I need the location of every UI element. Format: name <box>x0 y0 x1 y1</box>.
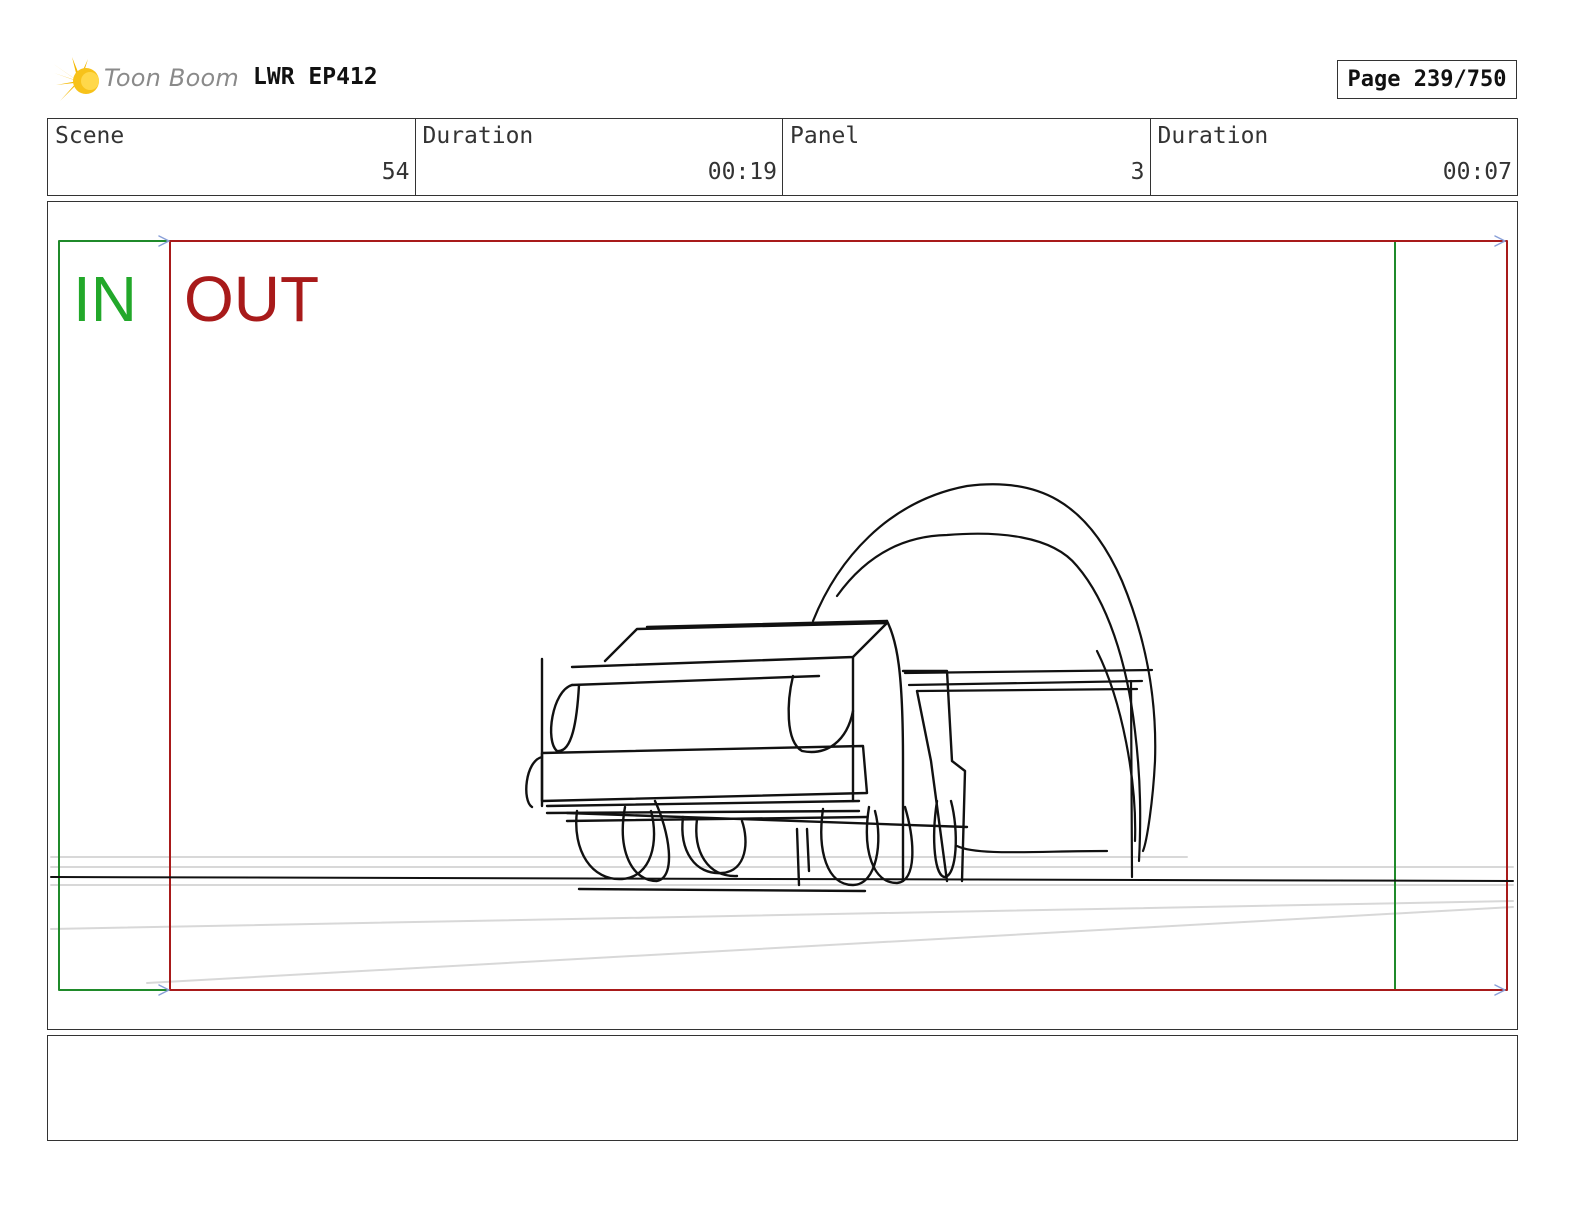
panel-label: Panel <box>790 123 860 149</box>
scene-duration-value: 00:19 <box>707 159 777 185</box>
horizon-line <box>50 876 1514 882</box>
logo-wordmark: Toon Boom <box>104 64 239 92</box>
perspective-guides <box>50 856 1514 984</box>
scene-duration-label: Duration <box>422 123 534 149</box>
scene-cell: Scene 54 <box>48 119 416 195</box>
in-label: IN <box>73 263 137 335</box>
project-title: LWR EP412 <box>253 64 378 90</box>
scene-duration-cell: Duration 00:19 <box>416 119 783 195</box>
scene-value: 54 <box>381 159 410 185</box>
panel-notes <box>47 1035 1518 1141</box>
scene-info-row: Scene 54 Duration 00:19 Panel 3 Duration… <box>47 118 1518 196</box>
page-counter: Page 239/750 <box>1337 60 1517 99</box>
panel-value: 3 <box>1130 159 1145 185</box>
panel-duration-cell: Duration 00:07 <box>1151 119 1518 195</box>
out-label: OUT <box>184 263 320 335</box>
panel-duration-label: Duration <box>1157 123 1269 149</box>
panel-cell: Panel 3 <box>783 119 1151 195</box>
scene-label: Scene <box>55 123 125 149</box>
car-sketch <box>525 619 969 893</box>
panel-duration-value: 00:07 <box>1442 159 1512 185</box>
